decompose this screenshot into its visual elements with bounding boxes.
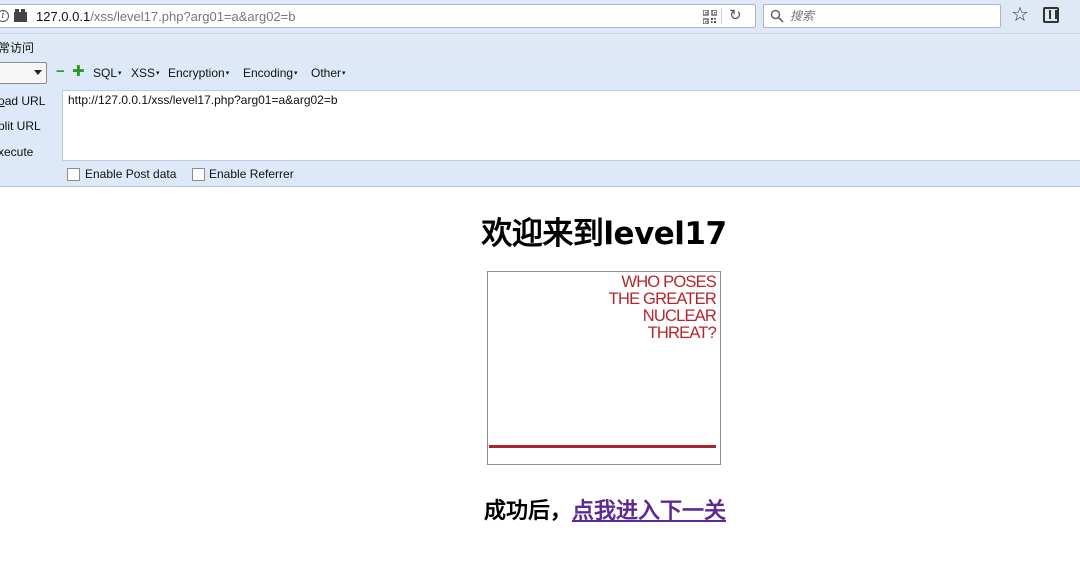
hackbar-url-textarea[interactable]: http://127.0.0.1/xss/level17.php?arg01=a… [62,90,1080,161]
poster-line: THREAT? [647,324,717,342]
increase-icon[interactable]: ✚ [72,64,85,79]
address-bar[interactable]: i 127.0.0.1/xss/level17.php?arg01=a&arg0… [0,4,756,28]
info-icon[interactable]: i [0,10,9,22]
library-icon[interactable] [1043,7,1059,23]
search-input[interactable] [790,8,990,24]
browser-navbar: i 127.0.0.1/xss/level17.php?arg01=a&arg0… [0,0,1080,34]
qr-code-icon[interactable] [703,10,717,24]
load-url-label: ad URL [4,94,46,108]
poster-line: NUCLEAR [642,307,717,325]
menu-sql-label: SQL [93,66,118,80]
poster-text: WHO POSES THE GREATER NUCLEAR THREAT? [608,273,717,342]
bookmarks-toolbar: 常访问 [0,34,1080,60]
menu-xss-label: XSS [131,66,156,80]
menu-encoding-label: Encoding [243,66,294,80]
bookmark-star-icon[interactable]: ☆ [1011,3,1029,27]
hackbar-panel: − ✚ SQL▾ XSS▾ Encryption▾ Encoding▾ Othe… [0,60,1080,187]
load-url-button[interactable]: oad URL [0,94,45,108]
menu-xss[interactable]: XSS▾ [131,66,160,80]
enable-post-label[interactable]: Enable Post data [85,167,176,181]
decrease-icon[interactable]: − [56,64,65,79]
page-title: 欢迎来到level17 [481,216,727,252]
split-url-label: plit URL [0,119,41,133]
url-divider [721,8,722,24]
flash-embed[interactable]: WHO POSES THE GREATER NUCLEAR THREAT? [487,271,721,465]
url-text[interactable]: 127.0.0.1/xss/level17.php?arg01=a&arg02=… [36,9,295,24]
search-icon [770,9,784,23]
menu-encryption-label: Encryption [168,66,225,80]
enable-post-checkbox[interactable] [67,168,80,181]
success-message: 成功后，点我进入下一关 [0,493,1080,525]
page-icon [14,9,27,22]
menu-encoding[interactable]: Encoding▾ [243,66,298,80]
enable-referrer-label[interactable]: Enable Referrer [209,167,294,181]
menu-other-label: Other [311,66,342,80]
reload-icon[interactable]: ↻ [729,6,742,24]
url-path: /xss/level17.php?arg01=a&arg02=b [90,9,296,24]
hackbar-select[interactable] [0,62,47,84]
menu-encryption[interactable]: Encryption▾ [168,66,229,80]
menu-other[interactable]: Other▾ [311,66,346,80]
execute-button[interactable]: xecute [0,145,33,159]
next-level-link[interactable]: 点我进入下一关 [572,499,726,524]
search-box[interactable] [763,4,1001,28]
poster-line: WHO POSES [621,273,716,291]
poster-divider [489,445,716,448]
url-host: 127.0.0.1 [36,9,91,24]
bookmark-most-visited[interactable]: 常访问 [0,39,34,56]
enable-referrer-checkbox[interactable] [192,168,205,181]
poster-line: THE GREATER [608,290,717,308]
menu-sql[interactable]: SQL▾ [93,66,122,80]
execute-label: xecute [0,145,34,159]
success-text: 成功后， [483,499,572,524]
dropdown-arrow-icon [34,70,42,75]
split-url-button[interactable]: plit URL [0,119,41,133]
